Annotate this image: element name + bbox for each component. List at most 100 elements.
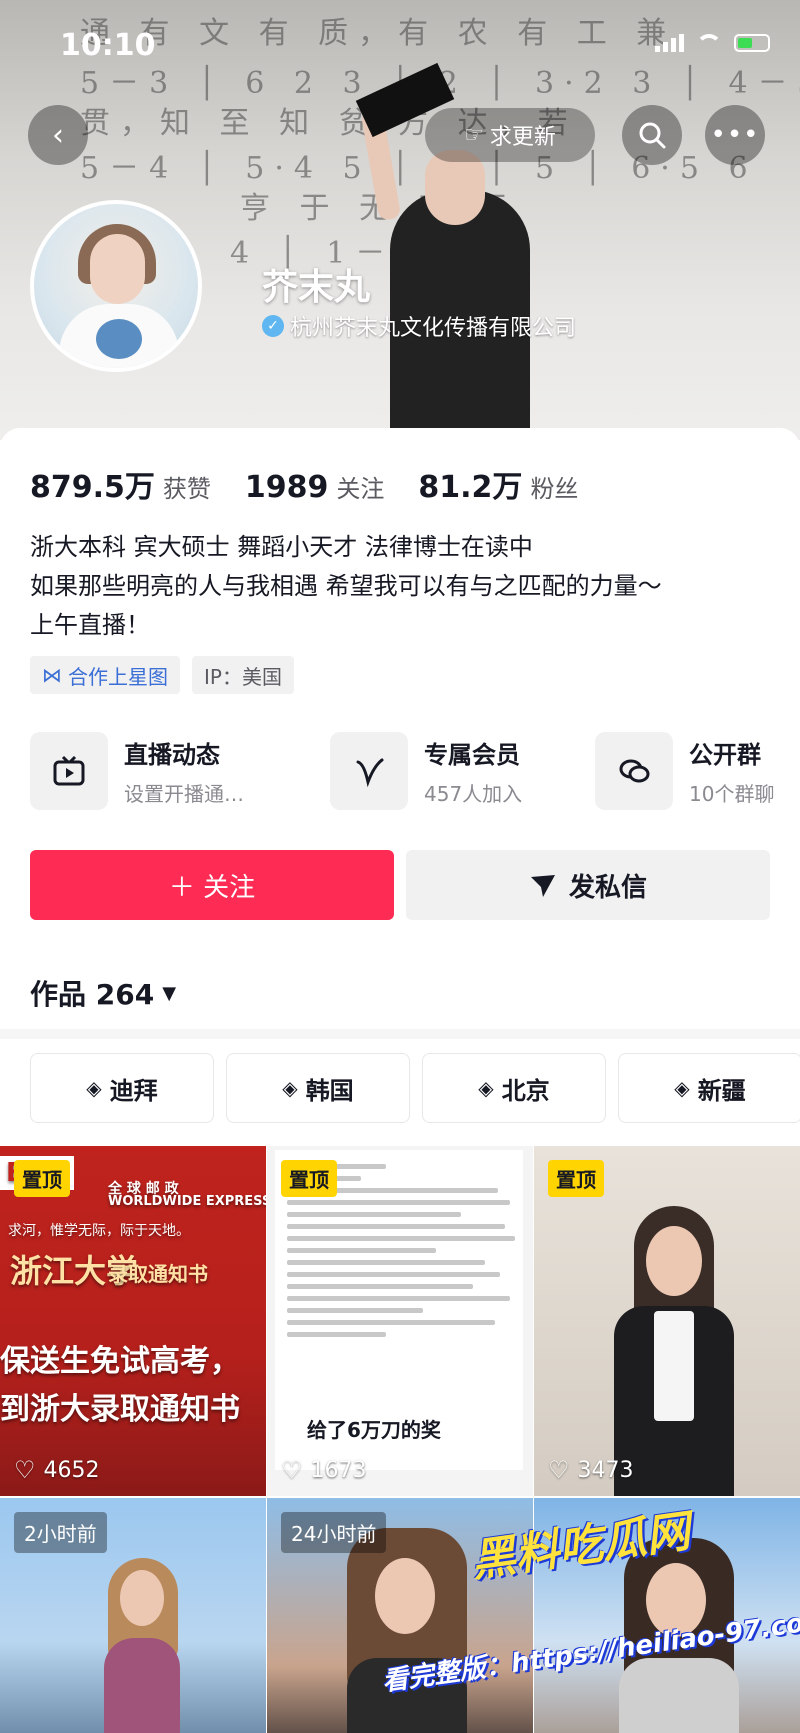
- bio-line: 如果那些明亮的人与我相遇 希望我可以有与之匹配的力量～: [30, 572, 662, 600]
- nickname: 芥末丸: [262, 267, 371, 308]
- like-count: ♡ 1673: [281, 1456, 367, 1484]
- stat-label: 粉丝: [530, 475, 579, 503]
- like-value: 3473: [577, 1457, 634, 1483]
- live-updates-entry[interactable]: 直播动态 设置开播通…: [30, 732, 330, 810]
- collection-dubai[interactable]: ◈ 迪拜: [30, 1053, 214, 1123]
- signal-icon: [655, 34, 684, 52]
- v-icon: [330, 732, 408, 810]
- works-tab[interactable]: 作品 264 ▼: [30, 973, 176, 1013]
- star-map-icon: ⋈: [42, 663, 62, 687]
- video-tile[interactable]: 2小时前: [0, 1498, 266, 1733]
- message-button[interactable]: 发私信: [406, 850, 770, 920]
- stat-value: 1989: [244, 470, 329, 505]
- battery-icon: [734, 34, 770, 52]
- service-title: 专属会员: [424, 741, 520, 769]
- service-subtitle: 10个群聊: [689, 782, 775, 806]
- time-badge: 24小时前: [281, 1512, 387, 1553]
- works-label: 作品 264: [30, 978, 155, 1011]
- video-text: WORLDWIDE EXPRESS M: [108, 1194, 266, 1209]
- heart-icon: ♡: [548, 1456, 570, 1484]
- pinned-badge: 置顶: [281, 1160, 337, 1197]
- person-image: [604, 1206, 744, 1496]
- like-value: 1673: [310, 1457, 367, 1483]
- services-row: 直播动态 设置开播通… 专属会员 457人加入 公开群 10个群聊: [30, 732, 775, 810]
- video-caption: 给了6万刀的奖: [307, 1418, 441, 1442]
- cooperation-label: 合作上星图: [68, 664, 168, 689]
- time-badge: 2小时前: [14, 1512, 107, 1553]
- video-text: 录取通知书: [108, 1262, 208, 1286]
- organization-name: 杭州芥末丸文化传播有限公司: [290, 316, 577, 341]
- bio-line: 上午直播！: [30, 611, 150, 639]
- search-icon: [639, 122, 666, 149]
- video-text: 求河，惟学无际，际于天地。: [8, 1223, 190, 1239]
- heart-icon: ♡: [281, 1456, 303, 1484]
- layers-icon: ◈: [86, 1076, 102, 1100]
- bio: 浙大本科 宾大硕士 舞蹈小天才 法律博士在读中 如果那些明亮的人与我相遇 希望我…: [30, 528, 662, 645]
- cooperation-tag[interactable]: ⋈ 合作上星图: [30, 656, 180, 694]
- pointing-hand-icon: ☞: [464, 122, 484, 148]
- like-value: 4652: [43, 1457, 100, 1483]
- stat-value: 879.5万: [30, 470, 155, 505]
- caret-down-icon: ▼: [162, 982, 177, 1004]
- collection-korea[interactable]: ◈ 韩国: [226, 1053, 410, 1123]
- stat-value: 81.2万: [418, 470, 523, 505]
- layers-icon: ◈: [674, 1076, 690, 1100]
- ip-location-label: IP：美国: [204, 664, 282, 689]
- chevron-left-icon: ‹: [52, 117, 64, 153]
- heart-icon: ♡: [14, 1456, 36, 1484]
- like-count: ♡ 4652: [14, 1456, 100, 1484]
- verified-icon: ✓: [262, 315, 284, 337]
- video-text: 保送生免试高考，: [0, 1344, 240, 1379]
- score-text: 通 有 文 有 质，有 农 有 工 兼: [80, 16, 677, 51]
- collection-beijing[interactable]: ◈ 北京: [422, 1053, 606, 1123]
- service-title: 直播动态: [124, 741, 220, 769]
- video-tile[interactable]: 给了6万刀的奖 置顶 ♡ 1673: [267, 1146, 533, 1496]
- search-button[interactable]: [622, 105, 682, 165]
- service-subtitle: 设置开播通…: [124, 782, 244, 806]
- follow-button[interactable]: ＋ 关注: [30, 850, 394, 920]
- collection-label: 北京: [501, 1076, 550, 1105]
- video-tile[interactable]: 置顶 ♡ 3473: [534, 1146, 800, 1496]
- tv-icon: [30, 732, 108, 810]
- send-icon: [530, 875, 555, 897]
- collection-label: 新疆: [697, 1076, 746, 1105]
- pinned-badge: 置顶: [548, 1160, 604, 1197]
- service-subtitle: 457人加入: [424, 782, 523, 806]
- following-stat[interactable]: 1989 关注: [245, 469, 385, 505]
- back-button[interactable]: ‹: [28, 105, 88, 165]
- bio-line: 浙大本科 宾大硕士 舞蹈小天才 法律博士在读中: [30, 533, 533, 561]
- status-icons: [655, 34, 770, 52]
- ip-location-tag: IP：美国: [192, 656, 294, 694]
- more-dots-icon: •••: [710, 120, 760, 150]
- tags-row: ⋈ 合作上星图 IP：美国: [30, 656, 294, 694]
- avatar[interactable]: [30, 200, 202, 372]
- pinned-badge: 置顶: [14, 1160, 70, 1197]
- organization-verification[interactable]: ✓ 杭州芥末丸文化传播有限公司: [262, 310, 576, 342]
- video-tile[interactable]: EMS 全 球 邮 政 WORLDWIDE EXPRESS M 求河，惟学无际，…: [0, 1146, 266, 1496]
- likes-stat[interactable]: 879.5万 获赞: [30, 462, 211, 506]
- stats-row: 879.5万 获赞 1989 关注 81.2万 粉丝: [30, 462, 578, 506]
- followers-stat[interactable]: 81.2万 粉丝: [418, 462, 578, 506]
- wifi-icon: [696, 34, 722, 52]
- request-update-label: 求更新: [489, 125, 556, 150]
- collection-label: 韩国: [305, 1076, 354, 1105]
- chat-icon: [595, 732, 673, 810]
- video-text: 到浙大录取通知书: [0, 1392, 240, 1427]
- stat-label: 获赞: [162, 475, 211, 503]
- stat-label: 关注: [336, 475, 385, 503]
- collection-label: 迪拜: [109, 1076, 158, 1105]
- layers-icon: ◈: [282, 1076, 298, 1100]
- like-count: ♡ 3473: [548, 1456, 634, 1484]
- membership-entry[interactable]: 专属会员 457人加入: [330, 732, 595, 810]
- service-title: 公开群: [689, 741, 761, 769]
- collections-row: ◈ 迪拜 ◈ 韩国 ◈ 北京 ◈ 新疆: [30, 1053, 800, 1123]
- divider: [0, 1029, 800, 1039]
- status-time: 10:10: [60, 28, 156, 63]
- public-group-entry[interactable]: 公开群 10个群聊: [595, 732, 775, 810]
- request-update-button[interactable]: ☞ 求更新: [425, 108, 595, 162]
- layers-icon: ◈: [478, 1076, 494, 1100]
- collection-xinjiang[interactable]: ◈ 新疆: [618, 1053, 800, 1123]
- message-label: 发私信: [568, 872, 647, 903]
- follow-label: ＋ 关注: [168, 872, 256, 903]
- more-button[interactable]: •••: [705, 105, 765, 165]
